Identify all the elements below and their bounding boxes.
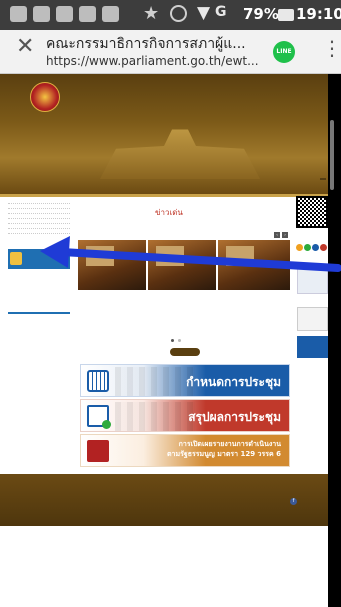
report-line-2: ตามรัฐธรรมนูญ มาตรา 129 วรรค 6 xyxy=(166,450,281,458)
side-link-box[interactable] xyxy=(297,264,328,294)
calendar-header xyxy=(8,312,70,314)
social-icon[interactable] xyxy=(312,244,319,251)
battery-percent: 79% xyxy=(243,5,279,23)
calendar[interactable] xyxy=(8,312,70,314)
status-bar: ★ ▼ G 79% 19:10 xyxy=(0,0,341,30)
cast-icon xyxy=(102,6,119,22)
star-icon: ★ xyxy=(143,3,160,24)
page-url[interactable]: https://www.parliament.go.th/ewt... xyxy=(46,54,268,68)
carousel-dots[interactable] xyxy=(171,339,181,342)
close-icon[interactable]: ✕ xyxy=(16,36,34,58)
report-line-1: การเปิดเผยรายงานการดำเนินงาน xyxy=(178,440,281,448)
committee-photo xyxy=(115,367,195,396)
phone-screen: ★ ▼ G 79% 19:10 ✕ คณะกรรมาธิการกิจการสภา… xyxy=(0,0,341,607)
header-divider xyxy=(0,194,328,197)
meeting-summary-label: สรุปผลการประชุม xyxy=(188,410,281,424)
qr-code xyxy=(296,196,328,228)
alarm-icon xyxy=(170,5,187,22)
web-page[interactable]: ข่าวเด่น ‹ › กำหนดการประชุม สรุปผลการประ… xyxy=(0,74,328,607)
news-photo[interactable] xyxy=(148,240,216,290)
news-carousel-nav[interactable]: ‹ › xyxy=(274,232,288,238)
news-section-title: ข่าวเด่น xyxy=(155,208,183,217)
site-footer xyxy=(0,474,328,526)
news-more-button[interactable] xyxy=(170,348,200,356)
social-icon[interactable] xyxy=(304,244,311,251)
meeting-schedule-label: กำหนดการประชุม xyxy=(186,375,281,389)
report-disclosure-label: การเปิดเผยรายงานการดำเนินงาน ตามรัฐธรรมน… xyxy=(167,439,281,459)
gallery-icon xyxy=(33,6,50,22)
line-app-icon[interactable]: LINE xyxy=(273,41,295,63)
side-link-box[interactable] xyxy=(297,336,328,358)
meeting-schedule-banner[interactable]: กำหนดการประชุม xyxy=(80,364,290,397)
battery-icon xyxy=(278,9,294,21)
news-photo[interactable] xyxy=(218,240,290,290)
page-title[interactable]: คณะกรรมาธิการกิจการสภาผู้แ... xyxy=(46,33,266,55)
sidebar-item[interactable] xyxy=(8,229,70,234)
site-header xyxy=(0,74,328,194)
social-icons[interactable] xyxy=(296,244,327,251)
image-icon xyxy=(56,6,73,22)
report-disclosure-banner[interactable]: การเปิดเผยรายงานการดำเนินงาน ตามรัฐธรรมน… xyxy=(80,434,290,467)
prev-arrow-icon[interactable]: ‹ xyxy=(274,232,280,238)
notification-icons xyxy=(10,6,119,22)
sidebar-banner[interactable] xyxy=(8,249,70,269)
meeting-summary-banner[interactable]: สรุปผลการประชุม xyxy=(80,399,290,432)
social-icon[interactable] xyxy=(296,244,303,251)
parliament-building-image xyxy=(100,129,260,179)
committee-photo xyxy=(115,402,195,431)
side-link-box[interactable] xyxy=(297,307,328,331)
social-icon[interactable] xyxy=(320,244,327,251)
kebab-menu-icon[interactable]: ⋮ xyxy=(322,38,341,58)
facebook-icon[interactable]: f xyxy=(290,498,297,505)
document-icon xyxy=(10,252,22,265)
message-icon xyxy=(10,6,27,22)
calendar-icon xyxy=(87,370,109,392)
page-scrollbar[interactable] xyxy=(330,120,334,190)
clock: 19:10 xyxy=(296,5,341,23)
news-photo[interactable] xyxy=(78,240,146,290)
signal-icon: G xyxy=(215,4,227,20)
parliament-emblem-icon xyxy=(30,82,60,112)
wifi-icon: ▼ xyxy=(197,3,211,23)
browser-toolbar: ✕ คณะกรรมาธิการกิจการสภาผู้แ... https://… xyxy=(0,30,341,74)
document-check-icon xyxy=(87,405,111,429)
header-link[interactable] xyxy=(320,178,326,180)
blank-area xyxy=(0,526,328,607)
report-book-icon xyxy=(87,440,109,462)
chat-icon xyxy=(79,6,96,22)
sidebar-menu xyxy=(8,199,70,234)
next-arrow-icon[interactable]: › xyxy=(282,232,288,238)
